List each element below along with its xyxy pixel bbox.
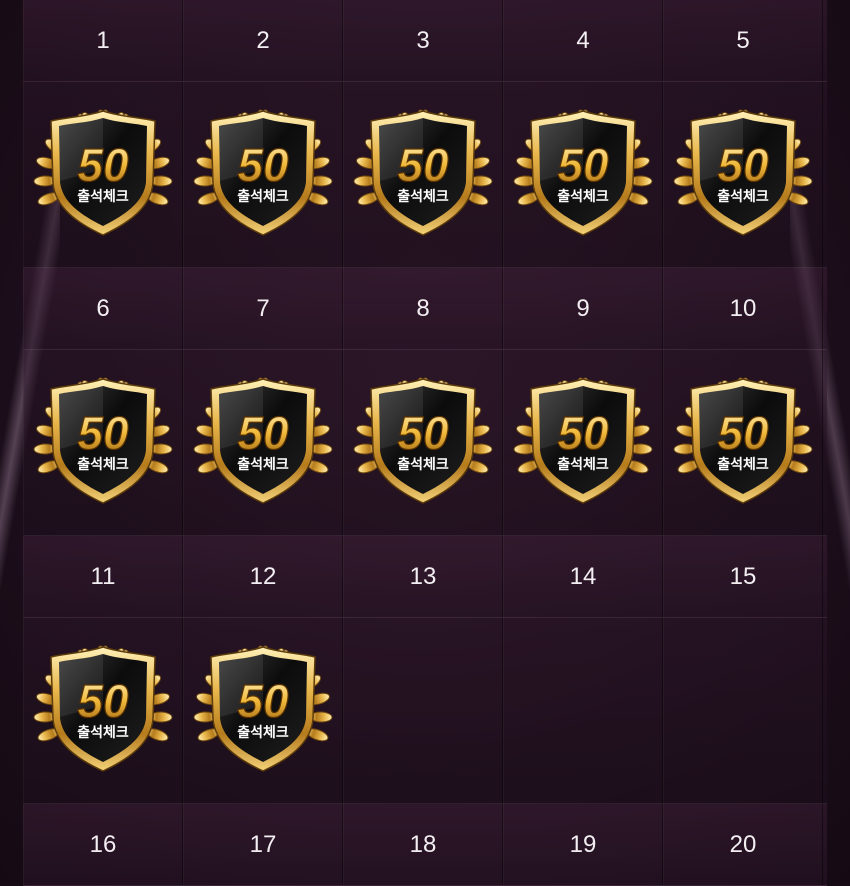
badge-number: 50 [397,139,449,191]
attendance-badge-icon: 50 출석체크 [513,109,653,236]
day-number: 5 [663,0,823,81]
badge-label: 출석체크 [397,456,449,473]
day-number: 2 [183,0,343,81]
attendance-badge-icon: 50 출석체크 [33,645,173,772]
week-header-row: 16 17 18 19 20 [23,804,827,886]
day-number: 1 [23,0,183,81]
day-number: 19 [503,804,663,885]
stamped-day-cell[interactable]: 50 출석체크 [663,350,823,535]
stamped-day-cell[interactable]: 50 출석체크 [183,618,343,803]
attendance-badge-icon: 50 출석체크 [193,109,333,236]
day-number: 3 [343,0,503,81]
stamped-day-cell[interactable]: 50 출석체크 [503,82,663,267]
day-number: 17 [183,804,343,885]
stamped-day-cell[interactable]: 50 출석체크 [183,350,343,535]
badge-label: 출석체크 [237,456,289,473]
badge-number: 50 [237,139,289,191]
day-number: 12 [183,536,343,617]
day-number: 9 [503,268,663,349]
badge-number: 50 [237,407,289,459]
day-number: 6 [23,268,183,349]
day-number: 10 [663,268,823,349]
badge-number: 50 [77,407,129,459]
week-header-row: 11 12 13 14 15 [23,536,827,618]
badge-number: 50 [717,407,769,459]
day-number: 15 [663,536,823,617]
attendance-badge-icon: 50 출석체크 [33,377,173,504]
badge-label: 출석체크 [557,188,609,205]
attendance-badge-icon: 50 출석체크 [513,377,653,504]
stamped-day-cell[interactable]: 50 출석체크 [23,350,183,535]
stamped-day-cell[interactable]: 50 출석체크 [343,82,503,267]
badge-label: 출석체크 [237,724,289,741]
badge-number: 50 [77,139,129,191]
attendance-badge-icon: 50 출석체크 [193,377,333,504]
badge-number: 50 [557,139,609,191]
attendance-badge-icon: 50 출석체크 [673,109,813,236]
stamped-day-cell[interactable]: 50 출석체크 [23,618,183,803]
badge-label: 출석체크 [397,188,449,205]
empty-day-cell[interactable] [503,618,663,803]
badge-number: 50 [397,407,449,459]
day-number: 7 [183,268,343,349]
badge-number: 50 [717,139,769,191]
stamp-row: 50 출석체크 50 출석체크 50 출석체크 50 출석체크 50 출석체크 [23,350,827,536]
day-number: 13 [343,536,503,617]
attendance-badge-icon: 50 출석체크 [193,645,333,772]
attendance-badge-icon: 50 출석체크 [673,377,813,504]
week-header-row: 12345 [23,0,827,82]
badge-label: 출석체크 [237,188,289,205]
day-number: 11 [23,536,183,617]
stamped-day-cell[interactable]: 50 출석체크 [183,82,343,267]
stamp-row: 50 출석체크 50 출석체크 50 출석체크 50 출석체크 50 출석체크 [23,82,827,268]
day-number: 8 [343,268,503,349]
badge-label: 출석체크 [77,188,129,205]
stamped-day-cell[interactable]: 50 출석체크 [503,350,663,535]
badge-label: 출석체크 [717,188,769,205]
badge-label: 출석체크 [557,456,609,473]
stamped-day-cell[interactable]: 50 출석체크 [23,82,183,267]
badge-label: 출석체크 [77,724,129,741]
stamped-day-cell[interactable]: 50 출석체크 [663,82,823,267]
badge-number: 50 [557,407,609,459]
day-number: 14 [503,536,663,617]
attendance-badge-icon: 50 출석체크 [353,377,493,504]
attendance-badge-icon: 50 출석체크 [33,109,173,236]
empty-day-cell[interactable] [663,618,823,803]
stamped-day-cell[interactable]: 50 출석체크 [343,350,503,535]
badge-number: 50 [237,675,289,727]
week-header-row: 6 7 8 9 10 [23,268,827,350]
day-number: 16 [23,804,183,885]
day-number: 20 [663,804,823,885]
stamp-row: 50 출석체크 50 출석체크 [23,618,827,804]
day-number: 4 [503,0,663,81]
day-number: 18 [343,804,503,885]
empty-day-cell[interactable] [343,618,503,803]
badge-label: 출석체크 [77,456,129,473]
attendance-badge-icon: 50 출석체크 [353,109,493,236]
attendance-calendar-grid: 12345 50 출석체크 50 출석체크 50 출석체크 50 출석체크 50… [23,0,827,886]
badge-label: 출석체크 [717,456,769,473]
badge-number: 50 [77,675,129,727]
